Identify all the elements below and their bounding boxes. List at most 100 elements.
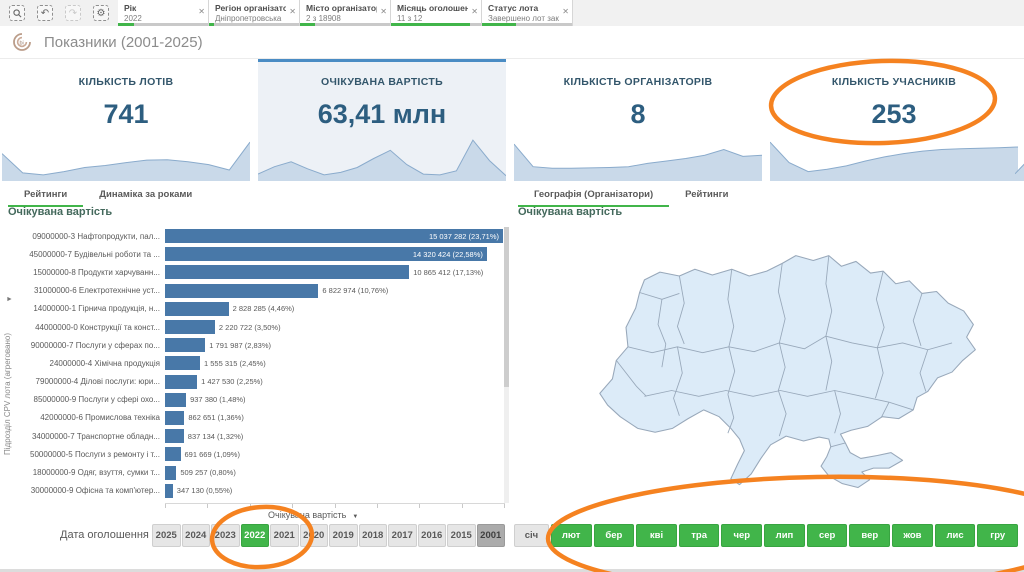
tab-right[interactable]: Рейтинги: [669, 186, 744, 207]
kpi-label: КІЛЬКІСТЬ УЧАСНИКІВ: [770, 76, 1018, 88]
search-selections-icon[interactable]: [9, 5, 25, 21]
bar[interactable]: 15 037 282 (23,71%): [165, 229, 503, 243]
year-button-2022[interactable]: 2022: [241, 524, 270, 547]
bar-row: 44000000-0 Конструкції та конст...2 220 …: [20, 318, 510, 336]
kpi-sparkline: [1015, 141, 1024, 181]
kpi-label: КІЛЬКІСТЬ ЛОТІВ: [2, 76, 250, 88]
month-button-лют[interactable]: лют: [551, 524, 592, 547]
month-button-лип[interactable]: лип: [764, 524, 805, 547]
app-logo-icon: bi: [12, 32, 32, 52]
bar-track: 15 037 282 (23,71%): [165, 229, 510, 243]
measure-dropdown[interactable]: Очікувана вартість▼: [268, 510, 358, 520]
bar[interactable]: [165, 338, 205, 352]
year-button-2021[interactable]: 2021: [270, 524, 299, 547]
year-button-2019[interactable]: 2019: [329, 524, 358, 547]
bar[interactable]: [165, 265, 409, 279]
bar-chart-scrollbar[interactable]: [504, 227, 509, 503]
kpi-card[interactable]: КІЛЬКІСТЬ УЧАСНИКІВ253: [770, 59, 1018, 181]
tab-right[interactable]: Географія (Організатори): [518, 186, 669, 207]
month-button-сер[interactable]: сер: [807, 524, 848, 547]
filter-chip-title: Регіон організатора: [215, 3, 286, 13]
bar[interactable]: [165, 320, 215, 334]
month-button-тра[interactable]: тра: [679, 524, 720, 547]
year-button-2015[interactable]: 2015: [447, 524, 476, 547]
bar-chart-x-axis: [165, 503, 505, 504]
filter-chip[interactable]: Статус лотаЗавершено лот закупівлі✕: [482, 0, 573, 26]
filter-chip[interactable]: Регіон організатораДніпропетровська✕: [209, 0, 300, 26]
filter-chip-value: Завершено лот закупівлі: [488, 14, 559, 23]
month-button-гру[interactable]: гру: [977, 524, 1018, 547]
year-button-2001[interactable]: 2001: [477, 524, 506, 547]
selections-tool-gear-icon[interactable]: ⚙: [93, 5, 109, 21]
kpi-card[interactable]: ОЧІКУВАНА ВАРТІСТЬ63,41 млн: [258, 59, 506, 181]
bar-track: 691 669 (1,09%): [165, 447, 510, 461]
year-button-2020[interactable]: 2020: [300, 524, 329, 547]
scrollbar-thumb[interactable]: [504, 227, 509, 387]
bar[interactable]: [165, 375, 197, 389]
axis-tick: [335, 504, 336, 508]
tab-left[interactable]: Рейтинги: [8, 186, 83, 207]
sheet-header: bi Показники (2001-2025): [0, 26, 1024, 59]
bar[interactable]: [165, 302, 229, 316]
filter-chip[interactable]: Рік2022✕: [118, 0, 209, 26]
bar-value-label: 837 134 (1,32%): [188, 429, 243, 443]
bar-track: 1 555 315 (2,45%): [165, 356, 510, 370]
kpi-label: КІЛЬКІСТЬ ОРГАНІЗАТОРІВ: [514, 76, 762, 88]
bar-value-label: 691 669 (1,09%): [185, 447, 240, 461]
bar[interactable]: [165, 466, 176, 480]
bar[interactable]: [165, 429, 184, 443]
bar-chart-y-axis-label: Підрозділ CPV лота (агреговано): [3, 305, 12, 455]
right-chart-title: Очікувана вартість: [518, 206, 622, 218]
filter-chip[interactable]: Місяць оголошення ...11 з 12✕: [391, 0, 482, 26]
year-button-2018[interactable]: 2018: [359, 524, 388, 547]
undo-icon[interactable]: ↶: [37, 5, 53, 21]
filter-chip[interactable]: Місто організатора2 з 18908✕: [300, 0, 391, 26]
redo-icon[interactable]: ↷: [65, 5, 81, 21]
bar[interactable]: [165, 393, 186, 407]
kpi-sparkline: [770, 135, 1018, 181]
filter-chip-close-icon[interactable]: ✕: [289, 7, 296, 16]
kpi-sparkline: [514, 135, 762, 181]
tab-left[interactable]: Динаміка за роками: [83, 186, 208, 207]
bar[interactable]: 14 320 424 (22,58%): [165, 247, 487, 261]
bar-category-label: 45000000-7 Будівельні роботи та ...: [20, 250, 165, 259]
bar-category-label: 31000000-6 Електротехнічне уст...: [20, 286, 165, 295]
filter-chip-title: Статус лота: [488, 3, 559, 13]
month-button-лис[interactable]: лис: [935, 524, 976, 547]
year-button-2024[interactable]: 2024: [182, 524, 211, 547]
filter-chip-close-icon[interactable]: ✕: [198, 7, 205, 16]
bar[interactable]: [165, 411, 184, 425]
dimension-expand-arrow-icon[interactable]: ►: [6, 296, 13, 303]
bar-row: 15000000-8 Продукти харчуванн...10 865 4…: [20, 263, 510, 281]
bar-row: 34000000-7 Транспортне обладн...837 134 …: [20, 427, 510, 445]
bar-value-label: 15 037 282 (23,71%): [429, 232, 503, 241]
month-button-бер[interactable]: бер: [594, 524, 635, 547]
bar-track: 937 380 (1,48%): [165, 393, 510, 407]
axis-tick: [250, 504, 251, 508]
month-button-чер[interactable]: чер: [721, 524, 762, 547]
axis-tick: [419, 504, 420, 508]
ukraine-map[interactable]: [578, 243, 1002, 505]
bar-value-label: 1 791 987 (2,83%): [209, 338, 271, 352]
year-button-2016[interactable]: 2016: [418, 524, 447, 547]
bar[interactable]: [165, 356, 200, 370]
bar[interactable]: [165, 447, 181, 461]
kpi-card[interactable]: КІЛЬКІСТЬ ЛОТІВ741: [2, 59, 250, 181]
filter-chip-close-icon[interactable]: ✕: [380, 7, 387, 16]
month-button-січ[interactable]: січ: [514, 524, 549, 547]
year-button-2017[interactable]: 2017: [388, 524, 417, 547]
bar[interactable]: [165, 484, 173, 498]
bar[interactable]: [165, 284, 318, 298]
year-button-2025[interactable]: 2025: [152, 524, 181, 547]
kpi-card-partial[interactable]: [1015, 59, 1024, 181]
year-button-2023[interactable]: 2023: [211, 524, 240, 547]
filter-chip-close-icon[interactable]: ✕: [471, 7, 478, 16]
filter-chip-close-icon[interactable]: ✕: [562, 7, 569, 16]
bar-track: 862 651 (1,36%): [165, 411, 510, 425]
bar-category-label: 42000000-6 Промислова техніка: [20, 413, 165, 422]
kpi-card[interactable]: КІЛЬКІСТЬ ОРГАНІЗАТОРІВ8: [514, 59, 762, 181]
month-button-вер[interactable]: вер: [849, 524, 890, 547]
svg-text:bi: bi: [20, 41, 24, 47]
month-button-кві[interactable]: кві: [636, 524, 677, 547]
month-button-жов[interactable]: жов: [892, 524, 933, 547]
